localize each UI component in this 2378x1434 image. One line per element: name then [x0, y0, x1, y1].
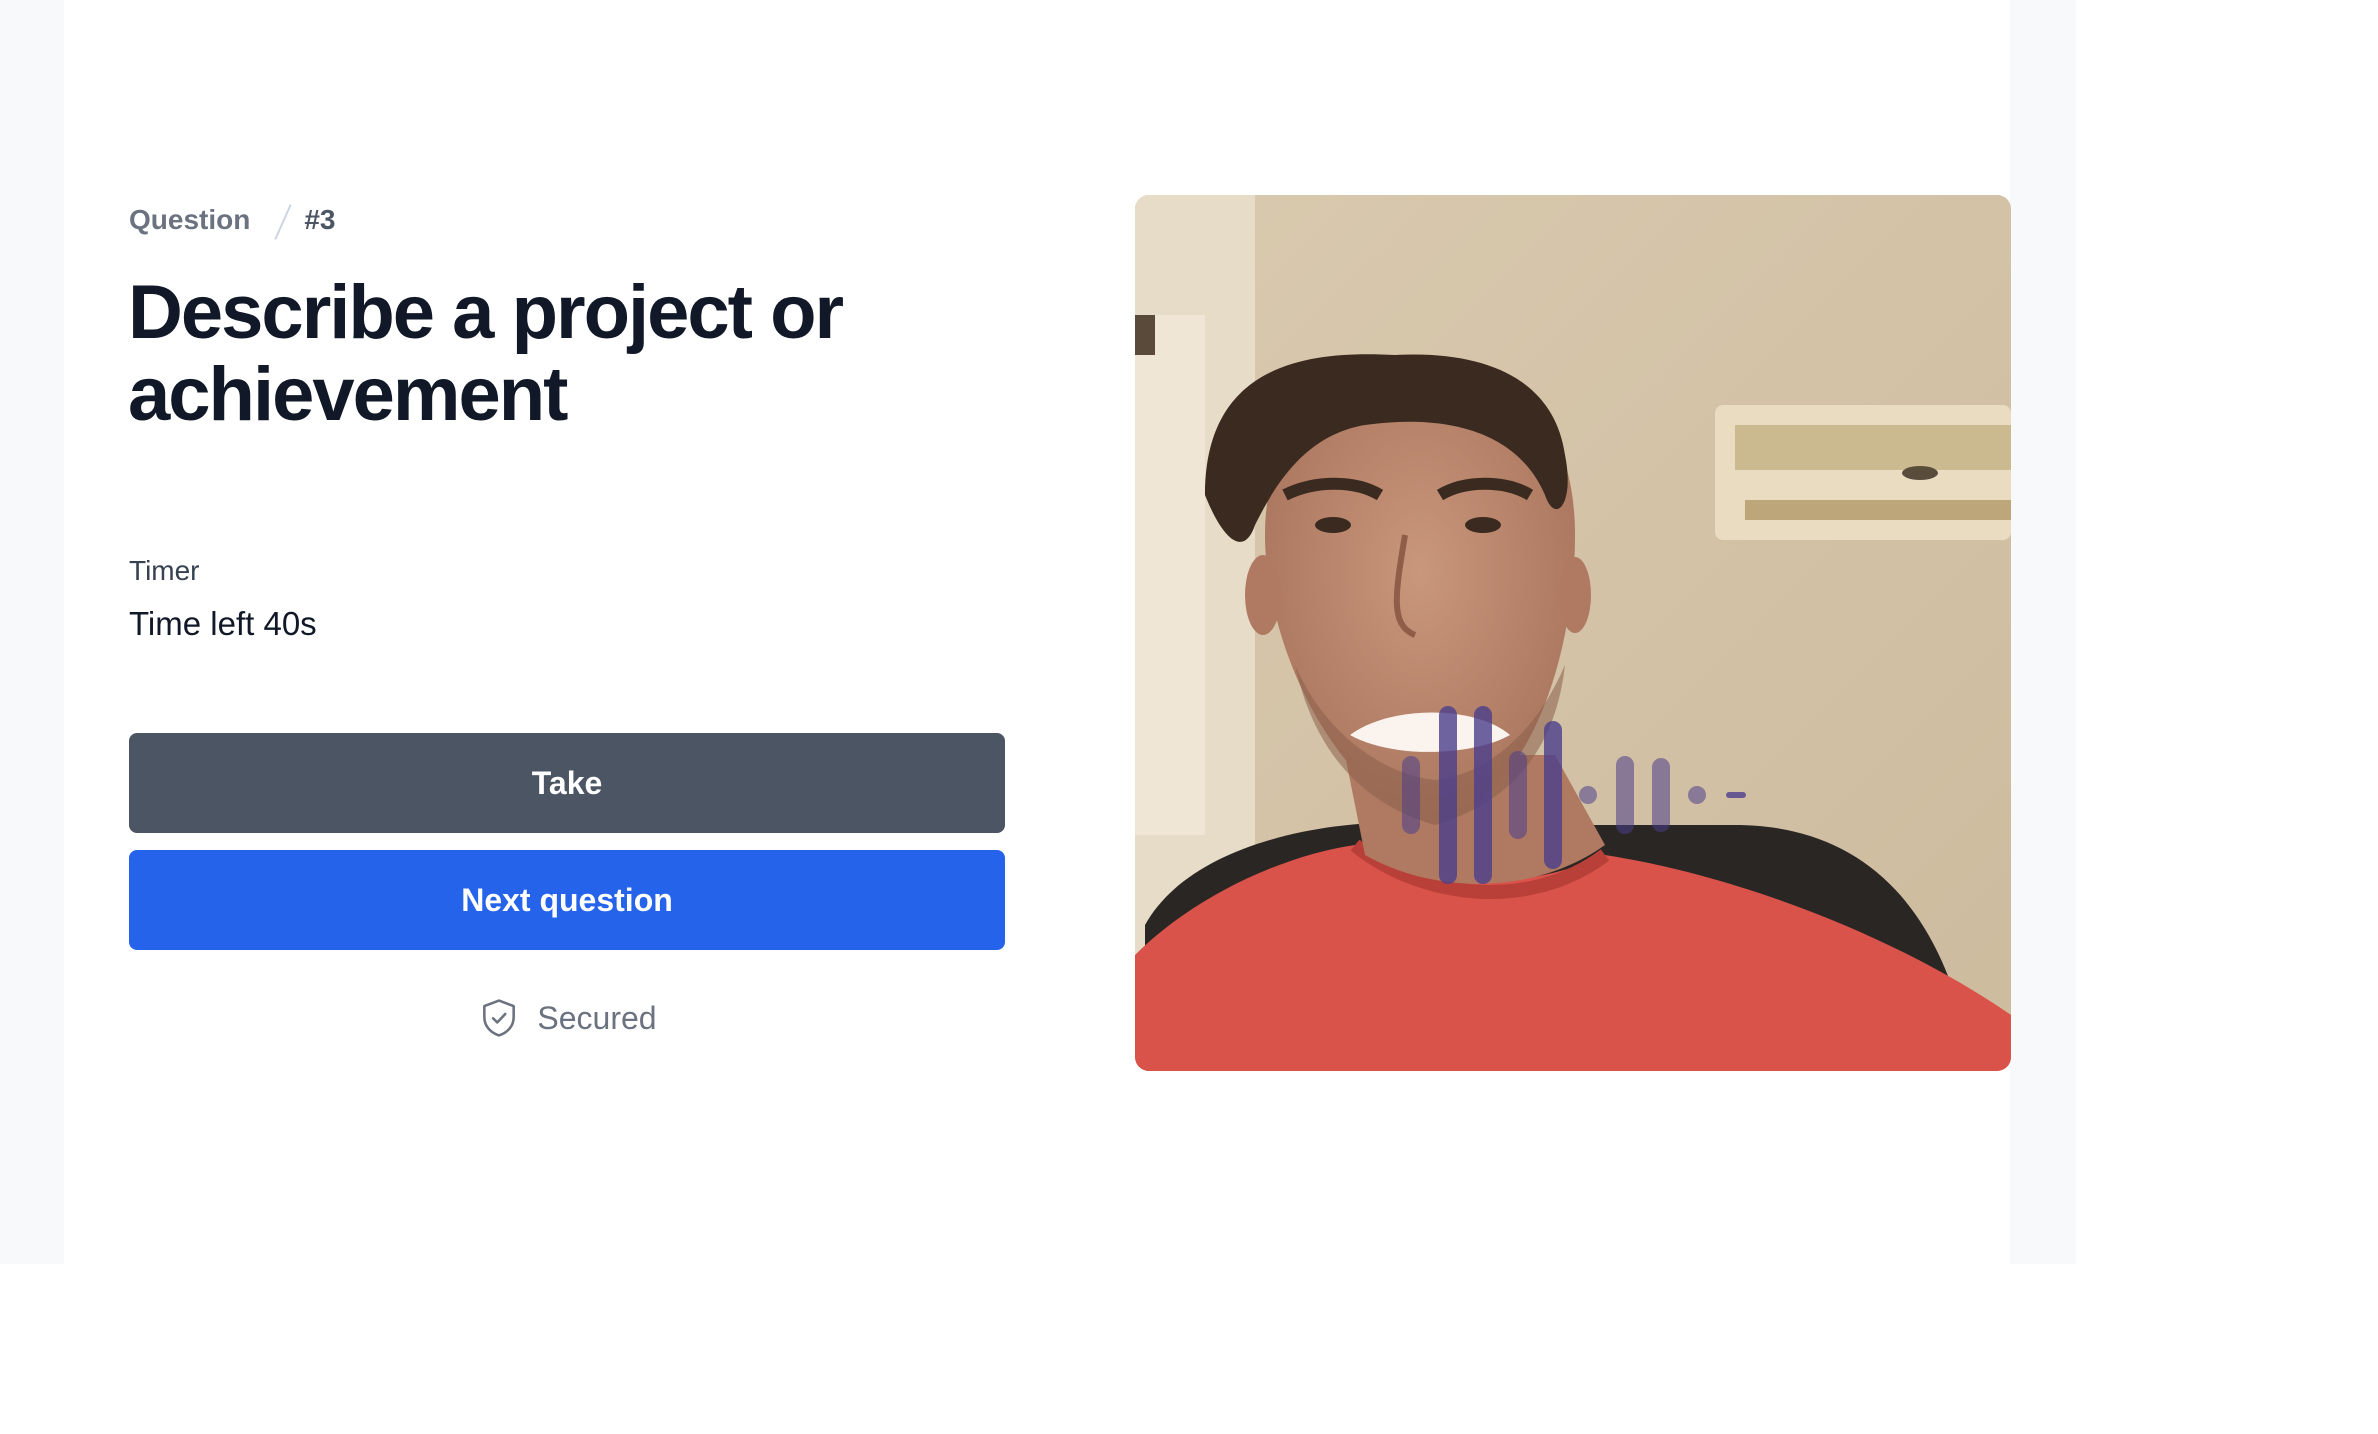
right-gutter — [2010, 0, 2076, 1264]
breadcrumb-question-number: #3 — [304, 204, 336, 235]
webcam-feed — [1135, 195, 2011, 1071]
secured-indicator: Secured — [129, 996, 1005, 1040]
breadcrumb: Question #3 — [129, 203, 336, 237]
timer-label: Timer — [129, 555, 200, 586]
timer-value: Time left 40s — [129, 605, 317, 642]
secured-label: Secured — [537, 999, 657, 1036]
shield-check-icon — [483, 999, 516, 1037]
question-card: Question #3 Describe a project or achiev… — [64, 0, 2011, 1264]
audio-waveform-icon — [1402, 706, 1746, 884]
page: Question #3 Describe a project or achiev… — [0, 0, 2378, 1434]
question-title: Describe a project or achievement — [128, 270, 844, 437]
breadcrumb-separator — [276, 203, 278, 237]
take-button[interactable]: Take — [129, 733, 1005, 833]
breadcrumb-section: Question — [129, 204, 251, 235]
left-gutter — [0, 0, 64, 1264]
next-question-button[interactable]: Next question — [129, 850, 1005, 950]
